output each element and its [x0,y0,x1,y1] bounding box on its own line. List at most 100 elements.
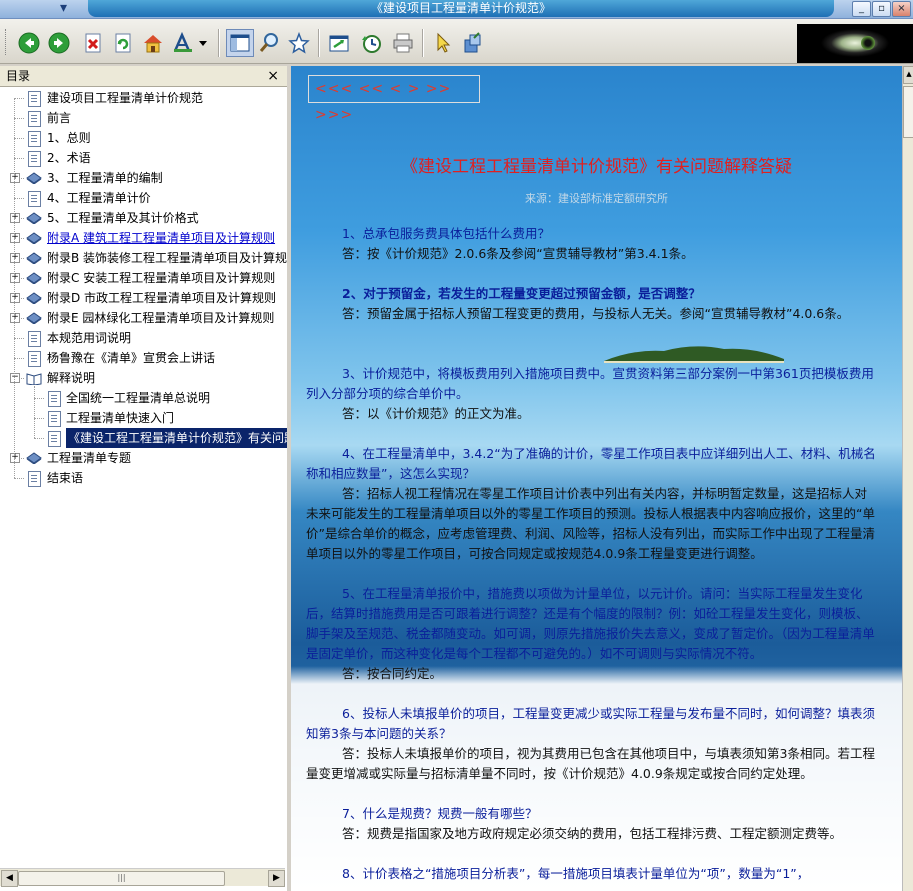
tree-item[interactable]: 建设项目工程量清单计价规范 [0,88,287,108]
question-label: 6、投标人未填报单价的项目，工程量变更减少或实际工程量与发布量不同时，如何调整？… [306,706,875,741]
tree-item[interactable]: +3、工程量清单的编制 [0,168,287,188]
maximize-button[interactable]: ▫ [872,1,891,17]
horizontal-scrollbar[interactable]: ◀ ||| ▶ [0,868,285,887]
toolbar [0,19,913,64]
chevron-down-icon[interactable]: ▾ [60,0,67,16]
book-icon [26,452,42,464]
toc-sidebar: 目录 × 建设项目工程量清单计价规范 前言 1、总则 2、术语 +3、工程量清单的编制 4… [0,66,288,891]
tree-item[interactable]: +5、工程量清单及其计价格式 [0,208,287,228]
scrollbar-thumb[interactable] [903,86,913,138]
page-icon [48,411,61,427]
tree-item[interactable]: 全国统一工程量清单总说明 [0,388,287,408]
answer-label: 答：按《计价规范》2.0.6条及参阅“宣贯辅导教材”第3.4.1条。 [342,246,694,261]
document-title: 《建设工程工程量清单计价规范》有关问题解释答疑 [401,157,792,177]
tree-item[interactable]: 4、工程量清单计价 [0,188,287,208]
tree-item[interactable]: + 附录B 装饰装修工程工程量清单项目及计算规则 [0,248,287,268]
tree-item-label: 附录C 安装工程工程量清单项目及计算规则 [47,271,276,285]
book-icon [26,172,42,184]
minimize-button[interactable]: _ [852,1,871,17]
question-text: 8、计价表格之“措施项目分析表”，每一措施项目填表计量单位为“项”，数量为“1”… [306,864,878,884]
answer-text: 答：规费是指国家及地方政府规定必须交纳的费用，包括工程排污费、工程定额测定费等。 [306,824,878,844]
expand-icon[interactable]: + [10,273,20,283]
expand-icon[interactable]: + [10,453,20,463]
pointer-icon[interactable] [430,30,456,56]
book-icon [26,292,42,304]
toolbar-grip[interactable] [5,29,9,55]
answer-text: 答：招标人视工程情况在零星工作项目计价表中列出有关内容，并标明暂定数量，这是招标… [306,484,878,564]
tree-item-label: 结束语 [47,471,84,485]
favorites-icon[interactable] [286,30,312,56]
page-icon [28,131,41,147]
tree-item-label: 全国统一工程量清单总说明 [66,391,211,405]
scroll-right-icon[interactable]: ▶ [268,870,285,887]
close-icon[interactable]: × [267,66,279,86]
expand-icon[interactable]: + [10,313,20,323]
page-nav[interactable]: <<< << < > >> >>> [308,75,480,123]
print-icon[interactable] [390,30,416,56]
question-text: 5、在工程量清单报价中，措施费以项做为计量单位，以元计价。请问：当实际工程量发生… [306,584,878,664]
tree-item[interactable]: 2、术语 [0,148,287,168]
close-button[interactable]: × [892,1,911,17]
scrollbar-thumb[interactable]: ||| [18,871,225,886]
tree-item[interactable]: 1、总则 [0,128,287,148]
chevron-down-icon[interactable] [196,30,210,56]
scroll-up-icon[interactable]: ▲ [903,66,913,84]
tree-item-label: 杨鲁豫在《清单》宣贯会上讲话 [47,351,216,365]
system-menu[interactable]: ▾ [0,0,86,17]
answer-text: 答：以《计价规范》的正文为准。 [306,404,878,424]
history-icon[interactable] [358,30,384,56]
expand-icon[interactable]: + [10,213,20,223]
page-icon [48,391,61,407]
tree-item-label: 附录B 装饰装修工程工程量清单项目及计算规则 [47,251,287,265]
forward-icon[interactable] [46,30,72,56]
tree-item-label: 1、总则 [47,131,91,145]
expand-icon[interactable]: + [10,253,20,263]
tree-item[interactable]: 本规范用词说明 [0,328,287,348]
toolbar-separator [218,29,220,57]
stop-icon[interactable] [80,30,106,56]
answer-label: 答：招标人视工程情况在零星工作项目计价表中列出有关内容，并标明暂定数量，这是招标… [306,486,875,561]
sync-icon[interactable] [326,30,352,56]
sidebar-header: 目录 × [0,66,287,87]
expand-icon[interactable]: + [10,233,20,243]
tree-item[interactable]: 《建设工程工程量清单计价规范》有关问题 [0,428,287,448]
tree-item[interactable]: 工程量清单快速入门 [0,408,287,428]
tree-item[interactable]: + 附录E 园林绿化工程量清单项目及计算规则 [0,308,287,328]
tree-item-label: 4、工程量清单计价 [47,191,151,205]
question-text: 2、对于预留金，若发生的工程量变更超过预留金额，是否调整？ [306,284,878,304]
answer-text: 答：预留金属于招标人预留工程变更的费用，与投标人无关。参阅“宣贯辅导教材”4.0… [306,304,878,324]
toc-icon[interactable] [226,29,254,57]
font-icon[interactable] [170,30,196,56]
tree-item-label: 工程量清单专题 [47,451,132,465]
tree-item[interactable]: 前言 [0,108,287,128]
collapse-icon[interactable]: − [10,373,20,383]
answer-label: 答：规费是指国家及地方政府规定必须交纳的费用，包括工程排污费、工程定额测定费等。 [342,826,843,841]
question-text: 6、投标人未填报单价的项目，工程量变更减少或实际工程量与发布量不同时，如何调整？… [306,704,878,744]
scroll-left-icon[interactable]: ◀ [1,870,18,887]
page-icon [28,351,41,367]
back-icon[interactable] [16,30,42,56]
home-icon[interactable] [140,30,166,56]
expand-icon[interactable]: + [10,293,20,303]
tree-item[interactable]: + 工程量清单专题 [0,448,287,468]
answer-text: 答：投标人未填报单价的项目，视为其费用已包含在其他项目中，与填表须知第3条相同。… [306,744,878,784]
question-label: 4、在工程量清单中，3.4.2“为了准确的计价，零星工作项目表中应详细列出人工、… [306,446,876,481]
question-label: 3、计价规范中，将模板费用列入措施项目费中。宣贯资料第三部分案例一中第361页把… [306,366,874,401]
options-icon[interactable] [460,30,486,56]
tree-item[interactable]: + 附录A 建筑工程工程量清单项目及计算规则 [0,228,287,248]
tree-item[interactable]: − 解释说明 [0,368,287,388]
page-icon [28,331,41,347]
answer-text: 答：按《计价规范》2.0.6条及参阅“宣贯辅导教材”第3.4.1条。 [306,244,878,264]
tree-item[interactable]: 结束语 [0,468,287,488]
search-icon[interactable] [256,30,282,56]
sidebar-title: 目录 [6,69,31,83]
vertical-scrollbar[interactable]: ▲ [902,66,913,891]
content-pane: <<< << < > >> >>> 《建设工程工程量清单计价规范》有关问题解释答… [291,66,902,891]
refresh-icon[interactable] [110,30,136,56]
tree-item-label: 工程量清单快速入门 [66,411,175,425]
tree-item[interactable]: + 附录D 市政工程工程量清单项目及计算规则 [0,288,287,308]
tree-item[interactable]: + 附录C 安装工程工程量清单项目及计算规则 [0,268,287,288]
tree-item[interactable]: 杨鲁豫在《清单》宣贯会上讲话 [0,348,287,368]
tree-item-label: 本规范用词说明 [47,331,132,345]
expand-icon[interactable]: + [10,173,20,183]
